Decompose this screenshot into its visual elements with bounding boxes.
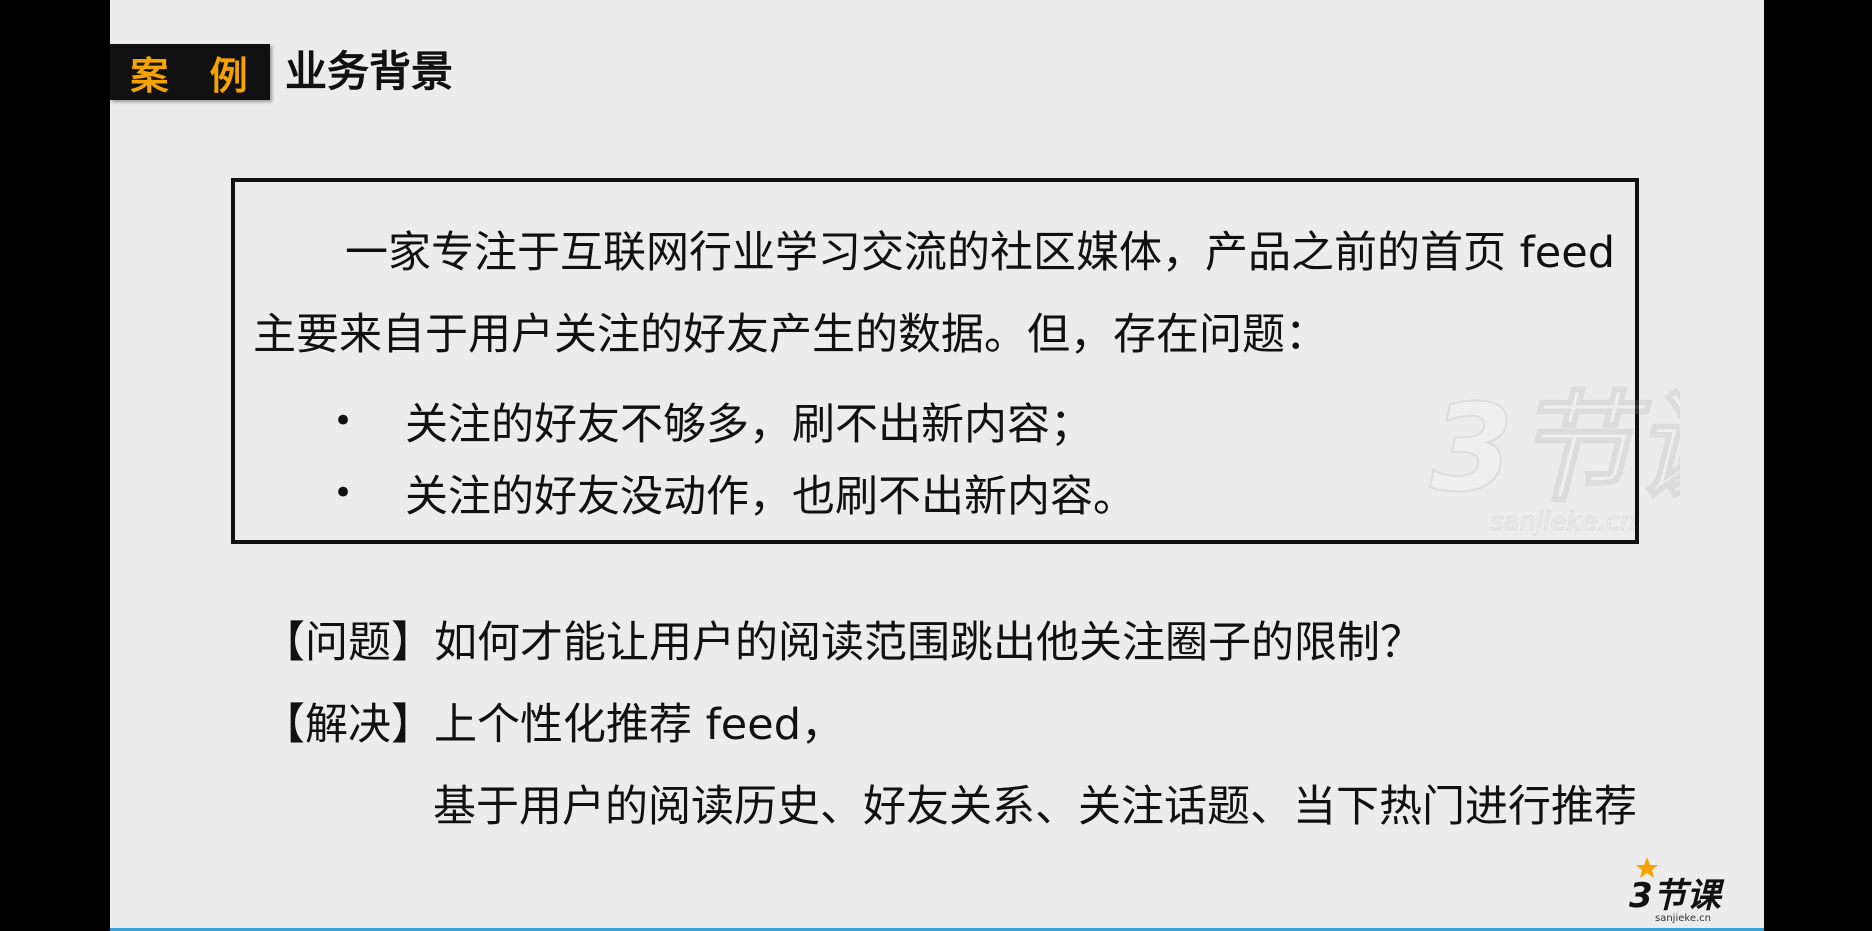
bullet-item: • 关注的好友不够多，刷不出新内容； [333,390,1093,452]
bullet-item: • 关注的好友没动作，也刷不出新内容。 [333,462,1136,524]
slide: 案 例 业务背景 一家专注于互联网行业学习交流的社区媒体，产品之前的首页 fee… [110,0,1764,928]
sanjieke-logo-icon: 3节课 sanjieke.cn [1629,857,1725,924]
solution-line: 【解决】上个性化推荐 feed， [262,690,844,752]
solution-detail: 基于用户的阅读历史、好友关系、关注话题、当下热门进行推荐 [433,782,1637,832]
bullet-text: 关注的好友不够多，刷不出新内容； [405,400,1093,450]
problem-text: 如何才能让用户的阅读范围跳出他关注圈子的限制？ [434,618,1423,668]
solution-text: 上个性化推荐 feed， [434,700,845,750]
slide-title: 业务背景 [285,47,454,96]
logo-mark: 3节课 [1629,876,1725,916]
watermark-logo-icon: 3节课 sanjieke.cn [1429,380,1680,538]
video-frame: 案 例 业务背景 一家专注于互联网行业学习交流的社区媒体，产品之前的首页 fee… [0,0,1872,931]
bullet-text: 关注的好友没动作，也刷不出新内容。 [405,472,1136,522]
watermark-url: sanjieke.cn [1490,507,1637,537]
case-tag: 案 例 [110,44,270,100]
logo-crown-icon [1636,857,1658,878]
case-tag-label: 案 例 [130,53,262,98]
logo-url: sanjieke.cn [1655,913,1711,924]
background-paragraph: 一家专注于互联网行业学习交流的社区媒体，产品之前的首页 feed 主要来自于用户… [253,228,1616,360]
problem-label: 【问题】 [262,618,434,668]
problem-line: 【问题】如何才能让用户的阅读范围跳出他关注圈子的限制？ [262,608,1423,670]
watermark-mark: 3节课 [1430,380,1680,519]
bullet-dot-icon: • [333,401,354,441]
bullet-dot-icon: • [333,473,354,513]
solution-label: 【解决】 [262,700,434,750]
